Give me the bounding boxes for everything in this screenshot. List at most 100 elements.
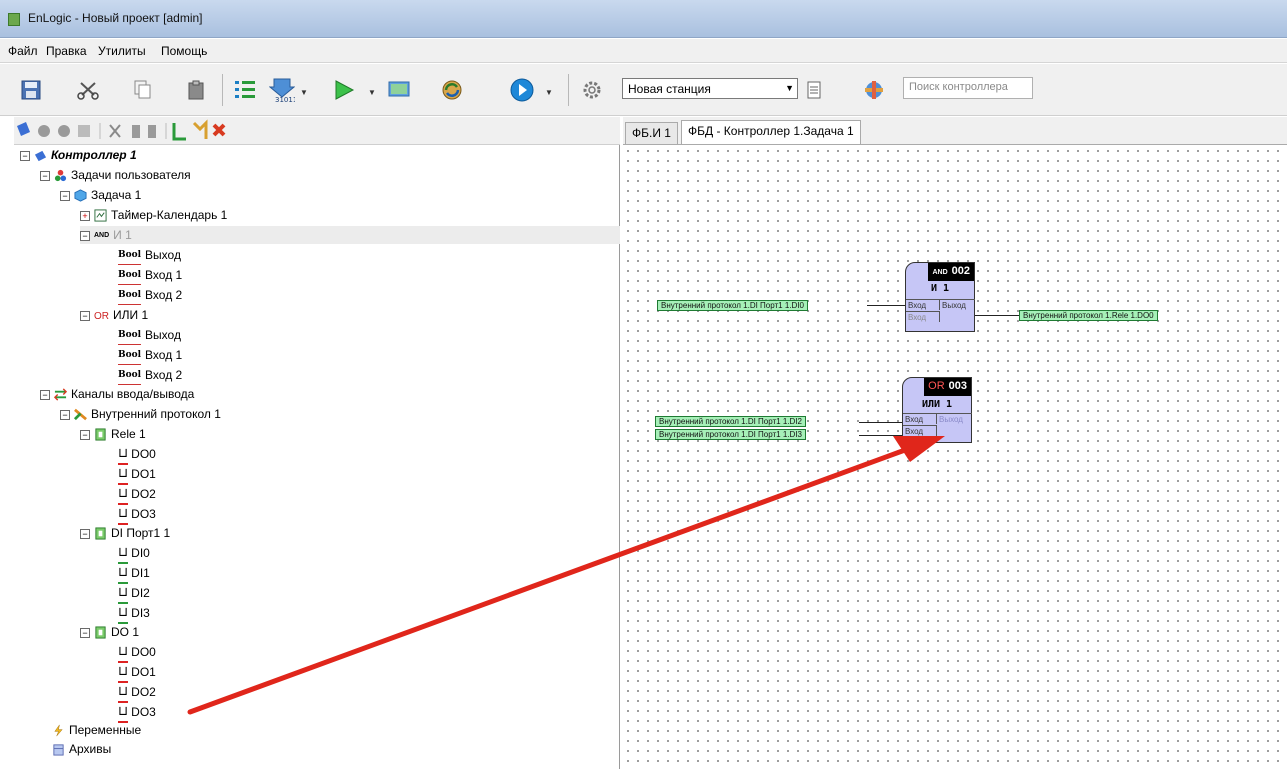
sync-icon[interactable] [438,77,466,103]
tree-timer[interactable]: + Таймер-Календарь 1 [80,206,227,224]
tree-do-do2[interactable]: ⊔ DO2 [118,683,156,703]
tree-rele-do1[interactable]: ⊔ DO1 [118,465,156,485]
tree-do-do0[interactable]: ⊔ DO0 [118,643,156,663]
fb-or-in2[interactable]: Вход [903,425,937,436]
chevron-down-icon: ▼ [785,83,794,93]
download-dropdown-icon[interactable]: ▼ [300,88,308,97]
output-channel-icon: ⊔ [118,445,129,465]
signal-or-input1[interactable]: Внутренний протокол 1.DI Порт1 1.DI2 [655,416,806,427]
module-icon [95,428,106,441]
app-icon [8,13,20,26]
download-icon[interactable]: 31011 [268,77,296,103]
collapse-icon: − [80,627,90,638]
tree-and-in1[interactable]: Bool Вход 1 [118,266,182,286]
tree-or-in2[interactable]: Bool Вход 2 [118,366,182,386]
tree-controller[interactable]: − Контроллер 1 [20,146,137,164]
tree-or-block[interactable]: − OR ИЛИ 1 [80,306,148,324]
tree-and-out[interactable]: Bool Выход [118,246,181,266]
signal-and-output[interactable]: Внутренний протокол 1.Rele 1.DO0 [1019,310,1158,321]
fb-or-block[interactable]: OR 003 ИЛИ 1 Вход Вход Выход [902,377,972,443]
tree-rele[interactable]: − Rele 1 [80,425,146,443]
tree-variables[interactable]: Переменные [52,721,141,739]
fb-and-out[interactable]: Выход [940,299,975,310]
tree-io-channels[interactable]: − Каналы ввода/вывода [40,385,194,403]
tree-and-in2[interactable]: Bool Вход 2 [118,286,182,306]
tree-do-do1[interactable]: ⊔ DO1 [118,663,156,683]
input-channel-icon: ⊔ [118,584,129,604]
or-tag: OR [94,311,109,322]
tab-fb-and[interactable]: ФБ.И 1 [625,122,678,144]
station-select[interactable]: Новая станция ▼ [622,78,798,99]
menu-utils[interactable]: Утилиты [98,44,146,58]
fb-and-title: И 1 [930,283,950,294]
bool-input-icon: Bool [118,346,142,366]
tree-task[interactable]: − Задача 1 [60,186,141,204]
window-title: EnLogic - Новый проект [admin] [28,11,203,25]
collapse-icon: − [80,310,90,321]
connect-icon[interactable] [508,77,536,103]
menu-file[interactable]: Файл [8,44,38,58]
menu-bar: Файл Правка Утилиты Помощь [0,39,1287,63]
tree-di3[interactable]: ⊔ DI3 [118,604,150,624]
tree-di2[interactable]: ⊔ DI2 [118,584,150,604]
fb-or-out[interactable]: Выход [937,413,972,424]
tree-rele-do3[interactable]: ⊔ DO3 [118,505,156,525]
input-channel-icon: ⊔ [118,604,129,624]
tree-or-in1[interactable]: Bool Вход 1 [118,346,182,366]
calendar-icon [94,209,107,222]
tree-do-module[interactable]: − DO 1 [80,623,139,641]
tree-toolbar-icons[interactable] [14,117,314,145]
copy-icon[interactable] [128,77,156,103]
signal-or-input2[interactable]: Внутренний протокол 1.DI Порт1 1.DI3 [655,429,806,440]
list-icon[interactable] [231,77,259,103]
tree-do-do3[interactable]: ⊔ DO3 [118,703,156,723]
controller-icon [34,151,47,162]
signal-and-input[interactable]: Внутренний протокол 1.DI Порт1 1.DI0 [657,300,808,311]
fb-and-in1[interactable]: Вход [906,299,940,310]
tree-rele-do2[interactable]: ⊔ DO2 [118,485,156,505]
paste-icon[interactable] [182,77,210,103]
collapse-icon: − [80,528,90,539]
fb-and-num: AND 002 [928,263,974,281]
tree-and-block[interactable]: − AND И 1 [80,226,620,244]
tree-user-tasks[interactable]: − Задачи пользователя [40,166,191,184]
fb-or-in1[interactable]: Вход [903,413,937,424]
archive-icon [53,744,64,756]
monitor-icon[interactable] [385,77,413,103]
collapse-icon: − [40,389,50,400]
tree-protocol[interactable]: − Внутренний протокол 1 [60,405,221,423]
menu-help[interactable]: Помощь [161,44,207,58]
output-channel-icon: ⊔ [118,683,129,703]
bool-output-icon: Bool [118,326,142,346]
menu-edit[interactable]: Правка [46,44,87,58]
tree-di1[interactable]: ⊔ DI1 [118,564,150,584]
document-icon[interactable] [800,77,828,103]
run-dropdown-icon[interactable]: ▼ [368,88,376,97]
controller-search-input[interactable]: Поиск контроллера [903,77,1033,99]
tree-archives[interactable]: Архивы [52,740,111,758]
connect-dropdown-icon[interactable]: ▼ [545,88,553,97]
io-icon [54,388,67,401]
gear-icon[interactable] [578,77,606,103]
fb-and-block[interactable]: AND 002 И 1 Вход Вход Выход [905,262,975,332]
save-icon[interactable] [17,77,45,103]
run-icon[interactable] [330,77,358,103]
cut-icon[interactable] [74,77,102,103]
bool-input-icon: Bool [118,366,142,386]
fbd-canvas[interactable]: Внутренний протокол 1.DI Порт1 1.DI0 AND… [623,146,1287,769]
tree-rele-do0[interactable]: ⊔ DO0 [118,445,156,465]
collapse-icon: − [40,170,50,181]
tab-fbd-task[interactable]: ФБД - Контроллер 1.Задача 1 [681,120,861,144]
protocol-icon [74,409,87,421]
expand-icon: + [80,210,90,221]
collapse-icon: − [60,409,70,420]
tree-di-port[interactable]: − DI Порт1 1 [80,524,170,542]
tree-di0[interactable]: ⊔ DI0 [118,544,150,564]
lightning-icon [54,725,63,737]
controller-search-icon[interactable] [860,77,888,103]
output-channel-icon: ⊔ [118,663,129,683]
tree-or-out[interactable]: Bool Выход [118,326,181,346]
fb-and-in2[interactable]: Вход [906,311,940,322]
collapse-icon: − [60,190,70,201]
svg-text:31011: 31011 [275,96,295,103]
